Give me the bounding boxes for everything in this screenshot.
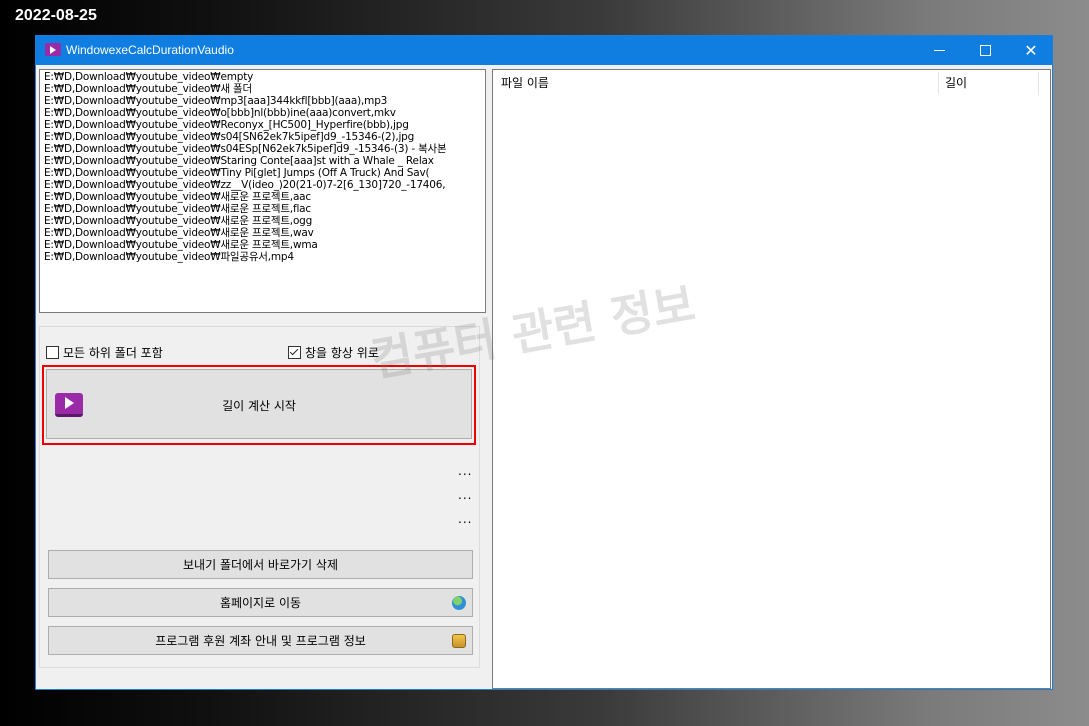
- delete-sendto-shortcut-label: 보내기 폴더에서 바로가기 삭제: [183, 558, 338, 572]
- file-list[interactable]: E:₩D,Download₩youtube_video₩empty E:₩D,Do…: [39, 69, 486, 313]
- maximize-icon: [979, 45, 991, 56]
- file-list-item[interactable]: E:₩D,Download₩youtube_video₩zz__V(ideo_)…: [40, 179, 485, 191]
- file-list-item[interactable]: E:₩D,Download₩youtube_video₩새로운 프로젝트,fla…: [40, 203, 485, 215]
- include-subfolders-label: 모든 하위 폴더 포함: [63, 346, 163, 360]
- file-list-item[interactable]: E:₩D,Download₩youtube_video₩s04ESp[N62ek…: [40, 143, 485, 155]
- file-list-item[interactable]: E:₩D,Download₩youtube_video₩Reconyx_[HC5…: [40, 119, 485, 131]
- column-separator[interactable]: [938, 72, 939, 94]
- column-header-length[interactable]: 길이: [945, 74, 967, 91]
- app-icon: [45, 43, 61, 56]
- file-list-item[interactable]: E:₩D,Download₩youtube_video₩새로운 프로젝트,wma: [40, 239, 485, 251]
- close-button[interactable]: ✕: [1008, 36, 1054, 65]
- always-on-top-label: 창을 항상 위로: [305, 346, 379, 360]
- include-subfolders-checkbox[interactable]: 모든 하위 폴더 포함: [46, 344, 163, 361]
- file-list-item[interactable]: E:₩D,Download₩youtube_video₩mp3[aaa]344k…: [40, 95, 485, 107]
- title-bar[interactable]: WindowexeCalcDurationVaudio ✕: [36, 36, 1052, 65]
- file-list-item[interactable]: E:₩D,Download₩youtube_video₩새로운 프로젝트,wav: [40, 227, 485, 239]
- status-dots-3: ...: [458, 512, 473, 526]
- checkbox-box-checked[interactable]: [288, 346, 301, 359]
- date-stamp: 2022-08-25: [15, 7, 97, 24]
- start-calculation-button[interactable]: 길이 계산 시작: [46, 369, 472, 439]
- donate-info-label: 프로그램 후원 계좌 안내 및 프로그램 정보: [155, 634, 366, 648]
- status-dots-1: ...: [458, 464, 473, 478]
- always-on-top-checkbox[interactable]: 창을 항상 위로: [288, 344, 379, 361]
- result-table[interactable]: 파일 이름 길이: [492, 69, 1051, 689]
- status-dots-2: ...: [458, 488, 473, 502]
- minimize-icon: [933, 50, 945, 51]
- coins-icon: [452, 634, 466, 648]
- file-list-item[interactable]: E:₩D,Download₩youtube_video₩새로운 프로젝트,ogg: [40, 215, 485, 227]
- homepage-button[interactable]: 홈페이지로 이동: [48, 588, 473, 617]
- file-list-item[interactable]: E:₩D,Download₩youtube_video₩s04[SN62ek7k…: [40, 131, 485, 143]
- donate-info-button[interactable]: 프로그램 후원 계좌 안내 및 프로그램 정보: [48, 626, 473, 655]
- start-calculation-label: 길이 계산 시작: [222, 399, 296, 413]
- column-header-filename[interactable]: 파일 이름: [501, 74, 549, 91]
- file-list-item[interactable]: E:₩D,Download₩youtube_video₩empty: [40, 71, 485, 83]
- file-list-item[interactable]: E:₩D,Download₩youtube_video₩새로운 프로젝트,aac: [40, 191, 485, 203]
- column-separator[interactable]: [1038, 72, 1039, 94]
- file-list-item[interactable]: E:₩D,Download₩youtube_video₩Tiny Pi[glet…: [40, 167, 485, 179]
- file-list-item[interactable]: E:₩D,Download₩youtube_video₩o[bbb]nl(bbb…: [40, 107, 485, 119]
- app-window: WindowexeCalcDurationVaudio ✕ E:₩D,Downl…: [35, 35, 1053, 690]
- window-title: WindowexeCalcDurationVaudio: [66, 43, 234, 57]
- minimize-button[interactable]: [916, 36, 962, 65]
- checkbox-box[interactable]: [46, 346, 59, 359]
- homepage-label: 홈페이지로 이동: [219, 596, 302, 610]
- delete-sendto-shortcut-button[interactable]: 보내기 폴더에서 바로가기 삭제: [48, 550, 473, 579]
- globe-icon: [452, 596, 466, 610]
- file-list-item[interactable]: E:₩D,Download₩youtube_video₩Staring Cont…: [40, 155, 485, 167]
- file-list-item[interactable]: E:₩D,Download₩youtube_video₩새 폴더: [40, 83, 485, 95]
- maximize-button[interactable]: [962, 36, 1008, 65]
- file-list-item[interactable]: E:₩D,Download₩youtube_video₩파일공유서,mp4: [40, 251, 485, 263]
- file-list-items: E:₩D,Download₩youtube_video₩empty E:₩D,Do…: [40, 70, 485, 263]
